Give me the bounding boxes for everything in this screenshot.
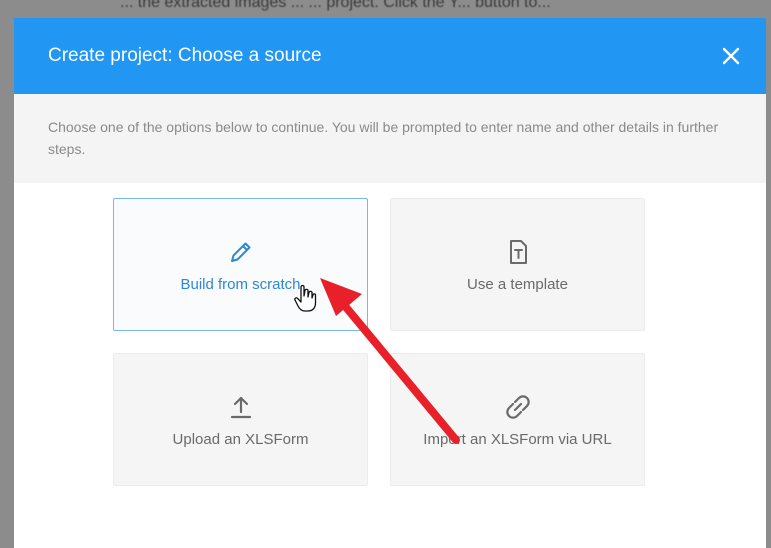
close-icon (722, 47, 740, 65)
link-icon (503, 392, 533, 422)
import-xlsform-url-option[interactable]: Import an XLSForm via URL (390, 353, 645, 486)
option-label: Build from scratch (180, 275, 301, 293)
option-label: Import an XLSForm via URL (423, 430, 612, 448)
intro-text: Choose one of the options below to conti… (14, 94, 766, 183)
modal-title: Create project: Choose a source (48, 45, 322, 66)
upload-icon (226, 392, 256, 422)
close-button[interactable] (718, 43, 744, 69)
screen: ... the extracted images ... ... project… (0, 0, 771, 548)
background-page-text: ... the extracted images ... ... project… (120, 0, 551, 11)
modal-header: Create project: Choose a source (14, 18, 766, 94)
use-template-option[interactable]: Use a template (390, 198, 645, 331)
upload-xlsform-option[interactable]: Upload an XLSForm (113, 353, 368, 486)
pencil-icon (226, 237, 256, 267)
option-label: Use a template (467, 275, 568, 293)
option-label: Upload an XLSForm (172, 430, 309, 448)
source-options: Build from scratch Use a template Upload… (113, 198, 645, 486)
build-from-scratch-option[interactable]: Build from scratch (113, 198, 368, 331)
template-icon (503, 237, 533, 267)
